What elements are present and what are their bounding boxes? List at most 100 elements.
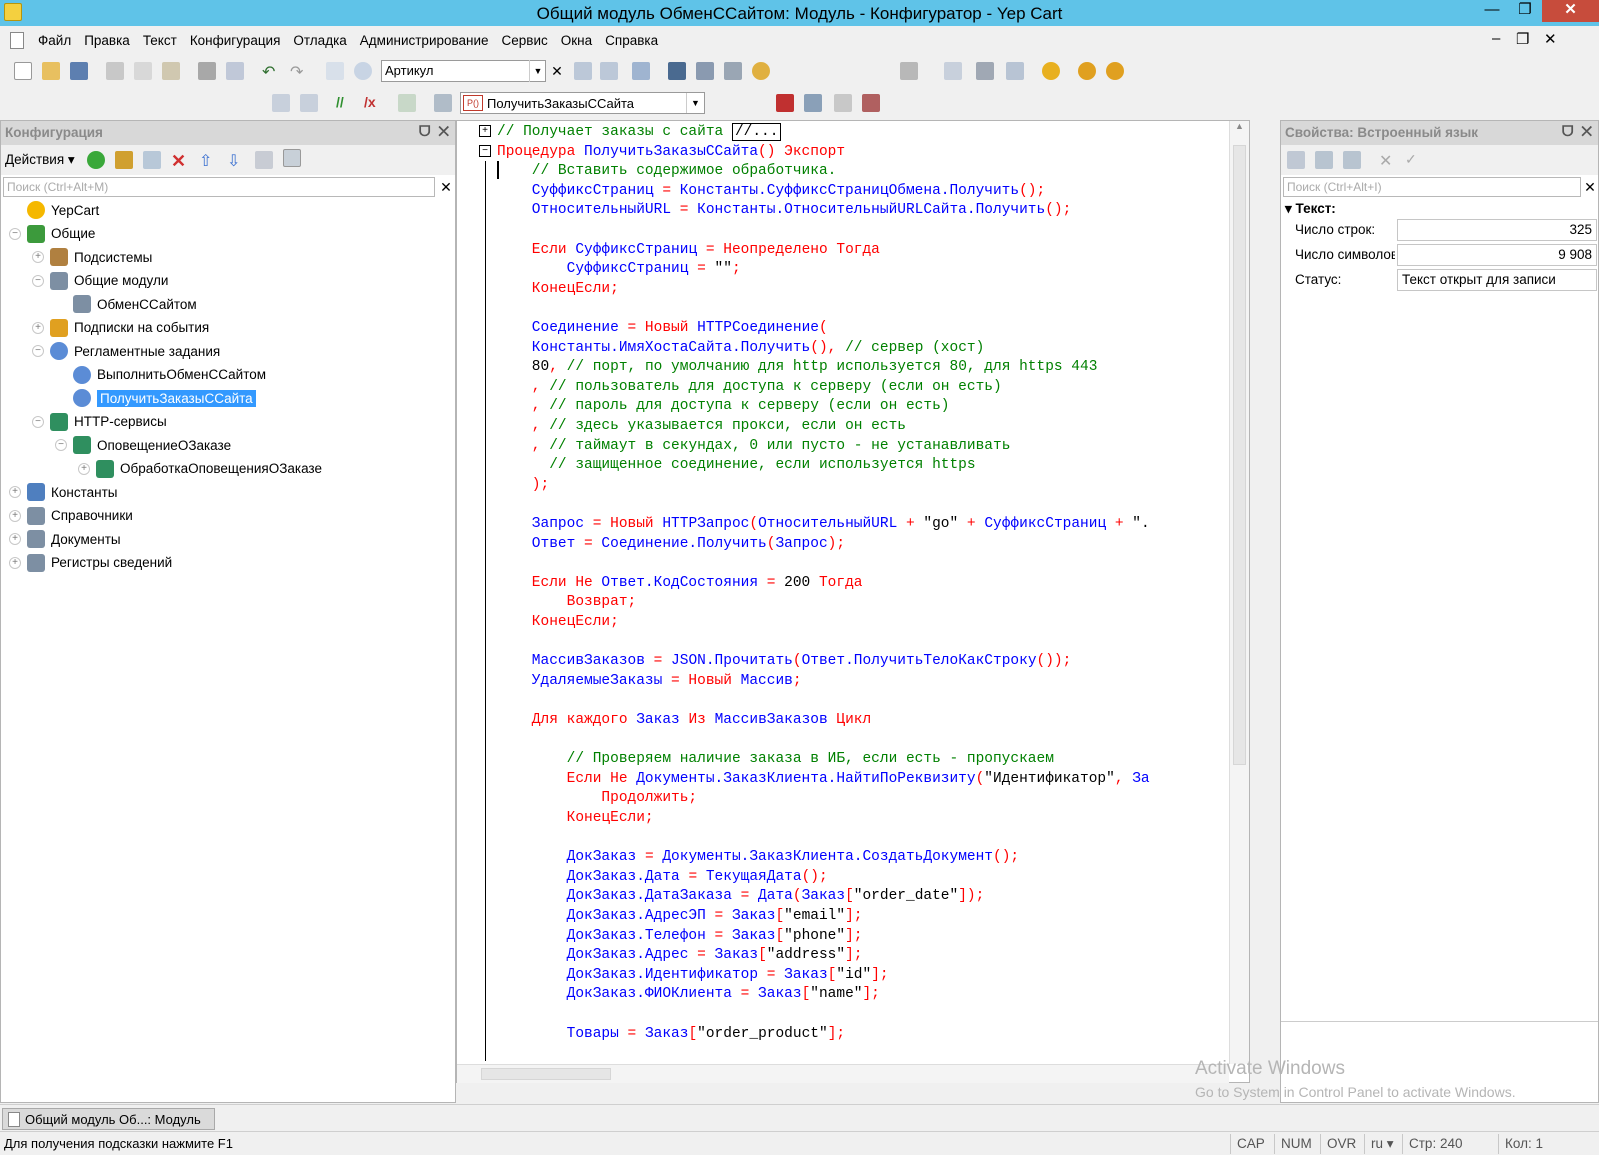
tree-item[interactable]: + Справочники <box>9 505 133 527</box>
run-debug-icon[interactable] <box>1042 62 1060 80</box>
move-down-icon[interactable]: ⇩ <box>227 151 245 170</box>
code-text[interactable]: // Получает заказы с сайта //... Процедур… <box>497 121 1229 1064</box>
search-dropdown-icon[interactable]: ▼ <box>529 60 546 82</box>
tree-item[interactable]: − Общие модули <box>32 270 168 292</box>
menu-item[interactable]: Файл <box>38 33 71 48</box>
child-restore-button[interactable]: ❐ <box>1516 30 1529 48</box>
horizontal-scroll-thumb[interactable] <box>481 1068 611 1080</box>
search-field[interactable]: Артикул <box>381 60 546 82</box>
collapse-icon[interactable]: − <box>9 227 21 240</box>
redo-icon[interactable]: ↷ <box>290 62 308 81</box>
find-prev-icon[interactable] <box>600 62 618 80</box>
menu-item[interactable]: Справка <box>605 33 658 48</box>
outdent-icon[interactable] <box>300 94 318 112</box>
step-over-icon[interactable] <box>834 94 852 112</box>
module-structure-icon[interactable] <box>724 62 742 80</box>
properties-search-input[interactable]: Поиск (Ctrl+Alt+I) <box>1283 177 1581 197</box>
indent-icon[interactable] <box>272 94 290 112</box>
close-button[interactable]: ✕ <box>1542 0 1599 22</box>
scroll-up-icon[interactable]: ▲ <box>1230 121 1249 131</box>
bookmark-icon[interactable] <box>398 94 416 112</box>
save-icon[interactable] <box>70 62 88 80</box>
collapse-icon[interactable]: − <box>32 274 44 287</box>
configuration-search-input[interactable]: Поиск (Ctrl+Alt+M) <box>3 177 435 197</box>
property-value[interactable]: Текст открыт для записи <box>1397 269 1597 291</box>
clear-property-icon[interactable]: ✕ <box>1379 151 1397 170</box>
print-preview-icon[interactable] <box>226 62 244 80</box>
uncomment-icon[interactable]: /x <box>364 94 382 112</box>
expand-icon[interactable]: + <box>9 486 21 498</box>
configuration-search-clear-icon[interactable]: ✕ <box>437 177 455 197</box>
move-up-icon[interactable]: ⇧ <box>199 151 217 170</box>
collapse-icon[interactable]: − <box>55 439 67 451</box>
undo-icon[interactable]: ↶ <box>262 62 280 81</box>
menu-item[interactable]: Окна <box>561 33 592 48</box>
collapse-icon[interactable]: − <box>32 345 44 357</box>
compare-icon[interactable] <box>944 62 962 80</box>
categories-icon[interactable] <box>1315 151 1333 169</box>
syntax-check-icon[interactable] <box>668 62 686 80</box>
format-icon[interactable] <box>696 62 714 80</box>
print-icon[interactable] <box>198 62 216 80</box>
copy-icon[interactable] <box>134 62 152 80</box>
comment-icon[interactable]: // <box>336 94 354 112</box>
paste-icon[interactable] <box>162 62 180 80</box>
windows-icon[interactable] <box>632 62 650 80</box>
sort-icon[interactable] <box>255 151 273 169</box>
menu-item[interactable]: Администрирование <box>360 33 489 48</box>
breakpoint-icon[interactable] <box>776 94 794 112</box>
cut-icon[interactable] <box>106 62 124 80</box>
sort-alpha-icon[interactable] <box>1287 151 1305 169</box>
expand-icon[interactable]: + <box>9 509 21 522</box>
find-icon[interactable] <box>354 62 372 80</box>
procedure-dropdown-icon[interactable]: ▼ <box>686 93 704 113</box>
panel-close-icon[interactable]: ✕ <box>438 123 449 139</box>
fold-expand-icon[interactable]: + <box>479 125 491 137</box>
properties-pin-icon[interactable]: ᗜ <box>1562 123 1574 139</box>
tree-item[interactable]: + Константы <box>9 481 117 503</box>
tree-item[interactable]: − Общие <box>9 223 95 245</box>
add-icon[interactable] <box>87 151 105 169</box>
menu-item[interactable]: Отладка <box>293 33 346 48</box>
tree-item[interactable]: ПолучитьЗаказыССайта <box>55 387 256 409</box>
child-close-button[interactable]: ✕ <box>1544 30 1557 48</box>
expand-icon[interactable]: + <box>32 251 44 263</box>
vertical-scrollbar[interactable]: ▲ <box>1229 121 1249 1064</box>
fold-collapse-icon[interactable]: − <box>479 145 491 157</box>
horizontal-scrollbar[interactable] <box>457 1064 1229 1083</box>
menu-item[interactable]: Сервис <box>502 33 548 48</box>
properties-close-icon[interactable]: ✕ <box>1581 123 1592 139</box>
tree-item[interactable]: − HTTP-сервисы <box>32 411 167 433</box>
tree-item[interactable]: + Подписки на события <box>32 317 209 339</box>
menu-item[interactable]: Конфигурация <box>190 33 281 48</box>
status-language[interactable]: ru ▾ <box>1364 1134 1400 1154</box>
expand-icon[interactable]: + <box>32 321 44 334</box>
tree-item[interactable]: + Документы <box>9 528 121 550</box>
property-filter-icon[interactable] <box>1343 151 1361 169</box>
properties-search-clear-icon[interactable]: ✕ <box>1581 177 1599 197</box>
search-clear-icon[interactable]: ✕ <box>548 60 566 82</box>
expand-icon[interactable]: + <box>9 533 21 545</box>
edit-icon[interactable] <box>115 151 133 169</box>
tree-item[interactable]: − ОповещениеОЗаказе <box>55 434 231 456</box>
info-icon[interactable] <box>752 62 770 80</box>
stop-icon[interactable] <box>862 94 880 112</box>
pin-icon[interactable]: ᗜ <box>419 123 431 139</box>
code-editor[interactable]: + − // Получает заказы с сайта //... Проц… <box>456 120 1250 1083</box>
open-folder-icon[interactable] <box>42 62 60 80</box>
property-value[interactable]: 325 <box>1397 219 1597 241</box>
apply-property-icon[interactable]: ✓ <box>1405 151 1423 169</box>
delete-icon[interactable]: ✕ <box>171 151 189 171</box>
menu-item[interactable]: Правка <box>84 33 130 48</box>
expand-icon[interactable]: + <box>9 556 21 569</box>
find-next-icon[interactable] <box>574 62 592 80</box>
window-tab-module[interactable]: Общий модуль Об...: Модуль <box>2 1108 215 1130</box>
minimize-button[interactable]: — <box>1476 0 1508 22</box>
database-icon[interactable] <box>976 62 994 80</box>
tree-item[interactable]: + ОбработкаОповещенияОЗаказе <box>78 458 322 480</box>
step-icon[interactable] <box>804 94 822 112</box>
enterprise-icon[interactable] <box>1078 62 1096 80</box>
maximize-button[interactable]: ❐ <box>1510 0 1540 22</box>
procedures-icon[interactable] <box>434 94 452 112</box>
filter-icon[interactable] <box>283 149 301 167</box>
